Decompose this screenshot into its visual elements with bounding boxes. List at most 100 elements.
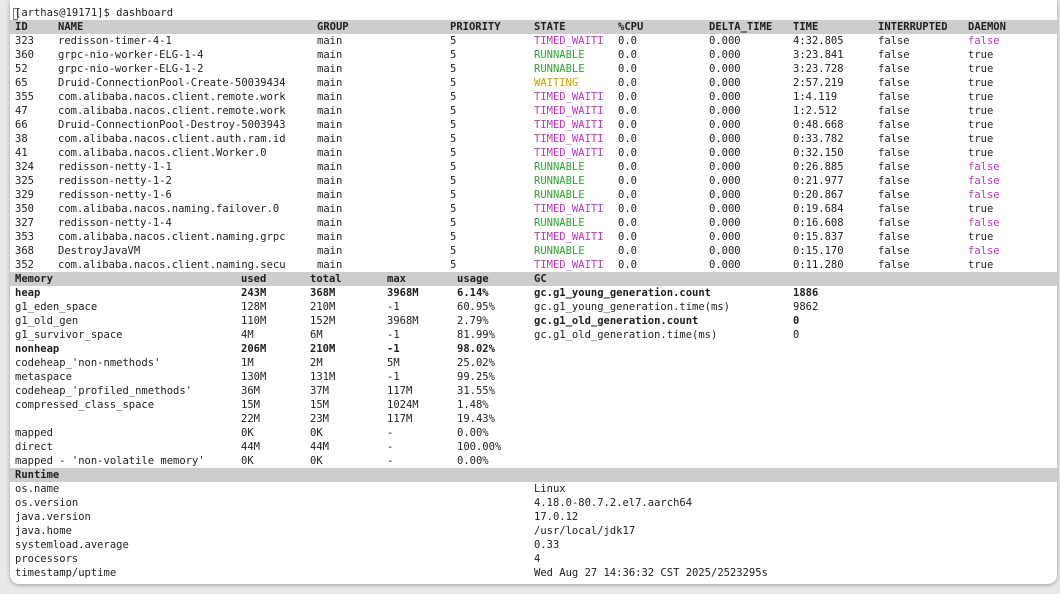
thread-group: main	[317, 133, 343, 145]
thread-priority: 5	[450, 189, 457, 201]
runtime-key: processors	[15, 553, 79, 565]
memory-max: -1	[387, 343, 400, 355]
memory-max: 5M	[387, 357, 400, 369]
thread-cpu: 0.0	[618, 161, 637, 173]
thread-cpu: 0.0	[618, 105, 637, 117]
thread-cpu: 0.0	[618, 35, 637, 47]
memory-row: 22M 23M 117M 19.43%	[10, 412, 1057, 426]
thread-id: 327	[15, 217, 34, 229]
memory-total: 368M	[310, 287, 336, 299]
thread-priority: 5	[450, 231, 457, 243]
runtime-key: java.home	[15, 525, 72, 537]
memory-usage: 98.02%	[457, 343, 495, 355]
thread-daemon: true	[968, 203, 994, 215]
runtime-header-label: Runtime	[15, 469, 60, 481]
memory-usage: 19.43%	[457, 413, 495, 425]
thread-daemon: false	[968, 245, 1000, 257]
memory-max: -1	[387, 329, 400, 341]
thread-time: 3:23.728	[793, 63, 844, 75]
thread-cpu: 0.0	[618, 91, 637, 103]
terminal-window[interactable]: [arthas@19171]$ dashboard ID NAME GROUP PRI…	[10, 0, 1057, 584]
memory-name	[15, 412, 237, 426]
thread-cpu: 0.0	[618, 119, 637, 131]
thread-row: 353 com.alibaba.nacos.client.naming.grpc m…	[10, 230, 1057, 244]
memory-row: codeheap_'non-nmethods' 1M 2M 5M 25.02%	[10, 356, 1057, 370]
threads-header-thread-state: STATE	[534, 21, 566, 33]
threads-header-thread-delta-time: DELTA_TIME	[709, 21, 773, 33]
thread-time: 0:19.684	[793, 203, 844, 215]
thread-name: com.alibaba.nacos.client.naming.grpc	[58, 231, 286, 243]
thread-group: main	[317, 161, 343, 173]
thread-interrupted: false	[878, 203, 910, 215]
memory-row: direct 44M 44M - 100.00%	[10, 440, 1057, 454]
memory-max: 117M	[387, 385, 413, 397]
thread-interrupted: false	[878, 147, 910, 159]
prompt-text: [arthas@19171]$ dashboard	[15, 7, 174, 19]
runtime-key: os.name	[15, 483, 60, 495]
runtime-key: timestamp/uptime	[15, 567, 117, 579]
memory-total: 23M	[310, 413, 329, 425]
thread-state: RUNNABLE	[534, 63, 585, 75]
thread-interrupted: false	[878, 35, 910, 47]
thread-daemon: true	[968, 147, 994, 159]
thread-delta-time: 0.000	[709, 189, 741, 201]
memory-used: 44M	[241, 441, 260, 453]
thread-id: 38	[15, 133, 28, 145]
thread-delta-time: 0.000	[709, 259, 741, 271]
gc-key: gc.g1_old_generation.time(ms)	[534, 329, 718, 341]
thread-cpu: 0.0	[618, 217, 637, 229]
thread-row: 355 com.alibaba.nacos.client.remote.work m…	[10, 90, 1057, 104]
memory-total: 44M	[310, 441, 329, 453]
memory-usage: 1.48%	[457, 399, 489, 411]
memory-max: 1024M	[387, 399, 419, 411]
memory-row: g1_eden_space 128M 210M -1 60.95% gc.g1_young…	[10, 300, 1057, 314]
thread-cpu: 0.0	[618, 203, 637, 215]
thread-row: 360 grpc-nio-worker-ELG-1-4 main 5 RUNNABLE 0…	[10, 48, 1057, 62]
thread-name: redisson-netty-1-6	[58, 189, 172, 201]
thread-daemon: false	[968, 217, 1000, 229]
thread-daemon: true	[968, 119, 994, 131]
memory-total: 0K	[310, 455, 323, 467]
memory-name: heap	[15, 287, 41, 299]
memory-row: nonheap 206M 210M -1 98.02%	[10, 342, 1057, 356]
thread-interrupted: false	[878, 231, 910, 243]
memory-row: heap 243M 368M 3968M 6.14% gc.g1_young_genera…	[10, 286, 1057, 300]
thread-id: 350	[15, 203, 34, 215]
thread-time: 2:57.219	[793, 77, 844, 89]
thread-daemon: true	[968, 259, 994, 271]
memory-name: metaspace	[15, 371, 72, 383]
thread-delta-time: 0.000	[709, 147, 741, 159]
thread-group: main	[317, 231, 343, 243]
thread-interrupted: false	[878, 259, 910, 271]
thread-state: RUNNABLE	[534, 49, 585, 61]
thread-state: TIMED_WAITI	[534, 231, 604, 243]
memory-total: 37M	[310, 385, 329, 397]
runtime-value: 4.18.0-80.7.2.el7.aarch64	[534, 497, 693, 509]
thread-group: main	[317, 245, 343, 257]
thread-row: 327 redisson-netty-1-4 main 5 RUNNABLE 0.0 0.0…	[10, 216, 1057, 230]
thread-state: RUNNABLE	[534, 161, 585, 173]
thread-priority: 5	[450, 63, 457, 75]
memory-usage: 2.79%	[457, 315, 489, 327]
threads-header-thread-group: GROUP	[317, 21, 349, 33]
gc-value: 9862	[793, 301, 819, 313]
memory-usage: 31.55%	[457, 385, 495, 397]
thread-daemon: false	[968, 35, 1000, 47]
memory-name: codeheap_'profiled_nmethods'	[15, 385, 193, 397]
thread-group: main	[317, 217, 343, 229]
memory-usage: 99.25%	[457, 371, 495, 383]
thread-group: main	[317, 259, 343, 271]
thread-priority: 5	[450, 175, 457, 187]
memory-used: 36M	[241, 385, 260, 397]
thread-time: 0:33.782	[793, 133, 844, 145]
thread-name: Druid-ConnectionPool-Create-50039434	[58, 77, 286, 89]
memory-name: nonheap	[15, 343, 60, 355]
memory-header-memory-total: total	[310, 273, 342, 285]
memory-header-memory-used: used	[241, 273, 267, 285]
thread-interrupted: false	[878, 161, 910, 173]
thread-row: 38 com.alibaba.nacos.client.auth.ram.id ma…	[10, 132, 1057, 146]
thread-priority: 5	[450, 161, 457, 173]
memory-used: 128M	[241, 301, 267, 313]
runtime-key: os.version	[15, 497, 79, 509]
memory-used: 243M	[241, 287, 267, 299]
